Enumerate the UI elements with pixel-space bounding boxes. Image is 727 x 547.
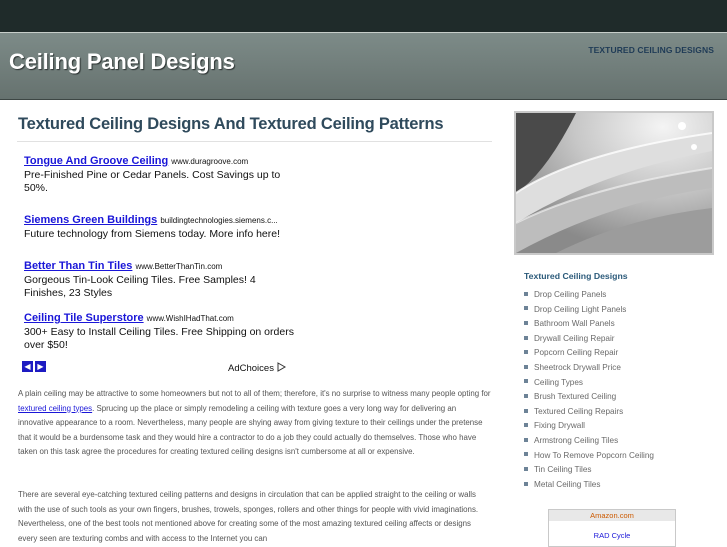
ad-item: Better Than Tin Tiles www.BetterThanTin.… <box>24 260 294 300</box>
ad-url[interactable]: buildingtechnologies.siemens.c... <box>160 216 277 225</box>
sidebar-link[interactable]: Drop Ceiling Panels <box>524 290 654 305</box>
sidebar-link-label: Tin Ceiling Tiles <box>534 465 592 475</box>
sidebar-link-label: Popcorn Ceiling Repair <box>534 348 619 358</box>
adchoices-label: AdChoices <box>228 363 274 374</box>
sidebar-link[interactable]: Brush Textured Ceiling <box>524 392 654 407</box>
sidebar-link-list: Drop Ceiling Panels Drop Ceiling Light P… <box>524 290 654 494</box>
ad-text: 300+ Easy to Install Ceiling Tiles. Free… <box>24 326 294 351</box>
amazon-product-link[interactable]: RAD Cycle <box>549 531 675 540</box>
ad-item: Siemens Green Buildings buildingtechnolo… <box>24 214 294 241</box>
sidebar-link[interactable]: Metal Ceiling Tiles <box>524 480 654 495</box>
sidebar-link-label: Sheetrock Drywall Price <box>534 362 621 372</box>
ad-title-link[interactable]: Siemens Green Buildings <box>24 214 157 226</box>
sidebar-link-label: Drop Ceiling Panels <box>534 290 607 299</box>
page-title: Textured Ceiling Designs And Textured Ce… <box>18 115 444 133</box>
ad-text: Gorgeous Tin-Look Ceiling Tiles. Free Sa… <box>24 274 256 299</box>
bullet-icon <box>524 321 528 326</box>
ad-url[interactable]: www.BetterThanTin.com <box>135 262 222 271</box>
ad-item: Tongue And Groove Ceiling www.duragroove… <box>24 155 294 195</box>
sidebar-link[interactable]: Fixing Drywall <box>524 421 654 436</box>
sidebar-link[interactable]: Tin Ceiling Tiles <box>524 465 654 480</box>
title-divider <box>17 141 492 142</box>
ad-pagination: ◀ ▶ <box>22 361 48 379</box>
amazon-header[interactable]: Amazon.com <box>549 510 675 521</box>
ad-prev-button[interactable]: ◀ <box>22 361 33 372</box>
sidebar-link-label: Brush Textured Ceiling <box>534 392 617 402</box>
bullet-icon <box>524 466 528 471</box>
sidebar-link[interactable]: Textured Ceiling Repairs <box>524 407 654 422</box>
bullet-icon <box>524 379 528 384</box>
ad-title-link[interactable]: Tongue And Groove Ceiling <box>24 155 168 167</box>
ad-text: Pre-Finished Pine or Cedar Panels. Cost … <box>24 169 281 194</box>
bullet-icon <box>524 364 528 369</box>
sidebar-link[interactable]: Bathroom Wall Panels <box>524 319 654 334</box>
ad-title-link[interactable]: Ceiling Tile Superstore <box>24 312 144 324</box>
bullet-icon <box>524 393 528 398</box>
sidebar-link[interactable]: Popcorn Ceiling Repair <box>524 348 654 363</box>
sidebar-link-label: Fixing Drywall <box>534 421 585 431</box>
sidebar-link-label: Metal Ceiling Tiles <box>534 479 601 489</box>
bullet-icon <box>524 306 528 311</box>
sidebar-link[interactable]: Sheetrock Drywall Price <box>524 363 654 378</box>
adchoices-link[interactable]: AdChoices <box>228 362 286 374</box>
sidebar-link-label: Armstrong Ceiling Tiles <box>534 435 619 445</box>
bullet-icon <box>524 291 528 296</box>
bullet-icon <box>524 481 528 486</box>
bullet-icon <box>524 423 528 428</box>
bullet-icon <box>524 437 528 442</box>
ad-item: Ceiling Tile Superstore www.WishIHadThat… <box>24 312 294 352</box>
bullet-icon <box>524 408 528 413</box>
sidebar-link[interactable]: Drop Ceiling Light Panels <box>524 305 654 320</box>
ad-url[interactable]: www.WishIHadThat.com <box>147 314 234 323</box>
sidebar-link-label: Drop Ceiling Light Panels <box>534 304 627 314</box>
sidebar-link[interactable]: How To Remove Popcorn Ceiling <box>524 451 654 466</box>
sidebar-link-label: How To Remove Popcorn Ceiling <box>534 450 654 460</box>
sidebar-link[interactable]: Drywall Ceiling Repair <box>524 334 654 349</box>
adchoices-icon <box>277 362 286 372</box>
ad-next-button[interactable]: ▶ <box>35 361 46 372</box>
ad-title-link[interactable]: Better Than Tin Tiles <box>24 260 132 272</box>
bullet-icon <box>524 452 528 457</box>
ad-url[interactable]: www.duragroove.com <box>171 157 248 166</box>
sidebar-link[interactable]: Armstrong Ceiling Tiles <box>524 436 654 451</box>
site-title[interactable]: Ceiling Panel Designs <box>9 49 235 75</box>
ad-text: Future technology from Siemens today. Mo… <box>24 228 281 240</box>
paragraph-text: A plain ceiling may be attractive to som… <box>18 389 491 398</box>
top-bar <box>0 0 727 32</box>
article-paragraph: There are several eye-catching textured … <box>18 490 479 543</box>
sidebar-link-label: Textured Ceiling Repairs <box>534 406 624 416</box>
sidebar-link-label: Drywall Ceiling Repair <box>534 333 615 343</box>
bullet-icon <box>524 335 528 340</box>
header-nav-link[interactable]: TEXTURED CEILING DESIGNS <box>588 45 714 55</box>
sidebar-heading: Textured Ceiling Designs <box>524 271 628 281</box>
article-paragraph: A plain ceiling may be attractive to som… <box>18 387 492 460</box>
amazon-widget: Amazon.com RAD Cycle <box>548 509 676 547</box>
sidebar-link[interactable]: Ceiling Types <box>524 378 654 393</box>
textured-ceiling-types-link[interactable]: textured ceiling types <box>18 404 92 413</box>
bullet-icon <box>524 350 528 355</box>
sidebar-link-label: Ceiling Types <box>534 377 584 387</box>
ceiling-photo <box>514 111 714 255</box>
sidebar-link-label: Bathroom Wall Panels <box>534 319 615 329</box>
site-header: Ceiling Panel Designs TEXTURED CEILING D… <box>0 32 727 100</box>
